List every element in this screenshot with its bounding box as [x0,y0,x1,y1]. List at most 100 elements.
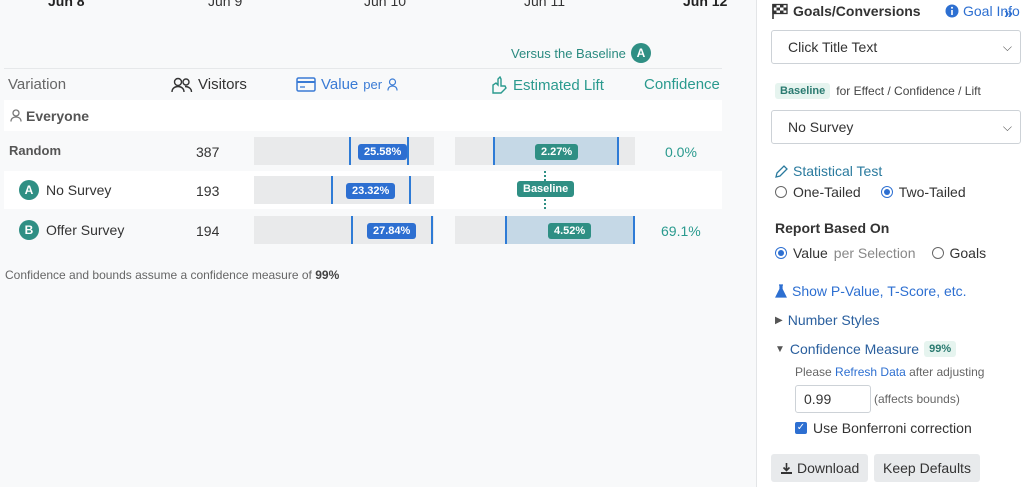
refresh-data-link[interactable]: Refresh Data [835,365,906,379]
date-label: Jun 12 [683,0,728,9]
baseline-tag: Baseline [775,83,831,99]
baseline-caption: Baseline for Effect / Confidence / Lift [775,83,981,99]
number-styles-label: Number Styles [787,312,880,328]
keep-defaults-label: Keep Defaults [883,460,971,476]
keep-defaults-button[interactable]: Keep Defaults [874,454,980,482]
confidence-value: 0.0% [665,144,697,160]
value-label: 23.32% [346,183,396,199]
statistical-test-link[interactable]: Statistical Test [775,163,882,179]
value-label: 27.84% [367,223,417,239]
show-pvalue-link[interactable]: Show P-Value, T-Score, etc. [775,283,967,299]
confidence-header[interactable]: Confidence [644,76,720,93]
visitors-count: 193 [196,183,220,199]
value-radio[interactable] [775,247,787,259]
footnote-text: Confidence and bounds assume a confidenc… [5,268,312,282]
confidence-measure-toggle[interactable]: ▼ Confidence Measure 99% [775,341,957,357]
confidence-footnote: Confidence and bounds assume a confidenc… [5,268,339,282]
chevron-down-icon: ⌵ [1002,40,1012,54]
results-panel: Jun 8 Jun 9 Jun 10 Jun 11 Jun 12 Versus … [0,0,756,487]
statistical-test-label: Statistical Test [793,163,883,179]
versus-baseline-label: Versus the Baseline A [511,43,651,63]
date-label: Jun 10 [364,0,407,9]
credit-card-icon [296,77,316,92]
value-option-muted: per Selection [833,245,916,261]
goals-title: Goals/Conversions [771,3,921,19]
value-bar: 25.58% [254,137,434,165]
baseline-caption-text: for Effect / Confidence / Lift [836,84,981,98]
visitors-header-label: Visitors [198,76,247,93]
value-label: 25.58% [358,144,408,160]
table-row-no-survey[interactable]: A No Survey 193 23.32% Baseline [4,171,722,209]
report-based-on-heading: Report Based On [775,220,890,236]
user-icon [10,109,22,122]
variation-name: Random [9,143,61,158]
value-header-label: Value [321,76,359,93]
info-icon [945,4,959,18]
number-styles-toggle[interactable]: ▶ Number Styles [775,312,880,328]
table-header: Variation Visitors Value per Estimated L… [4,68,722,100]
footnote-value: 99% [315,268,340,282]
tail-options: One-Tailed Two-Tailed [775,184,966,200]
download-button[interactable]: Download [771,454,869,482]
visitors-count: 194 [196,223,220,239]
download-label: Download [797,460,860,476]
confidence-input[interactable]: 0.99 [795,385,871,413]
download-icon [781,462,792,474]
lift-header-label: Estimated Lift [513,76,604,94]
goal-select[interactable]: Click Title Text ⌵ [771,30,1021,64]
date-label: Jun 9 [208,0,243,9]
value-option-label[interactable]: Value [793,245,828,261]
table-row-random[interactable]: Random 387 25.58% 2.27% 0.0% [4,132,722,170]
report-options: Value per Selection Goals [775,245,986,261]
confidence-measure-label: Confidence Measure [789,341,920,357]
settings-sidebar: Goals/Conversions Goal Info » Click Titl… [756,0,1024,487]
confidence-measure-tag: 99% [924,341,957,357]
goals-title-label: Goals/Conversions [793,3,921,19]
hint-please: Please [795,365,832,379]
value-bar: 23.32% [254,176,434,204]
lift-bar: 2.27% [455,137,635,165]
table-row-offer-survey[interactable]: B Offer Survey 194 27.84% 4.52% 69.1% [4,211,722,249]
variation-name-cell: A No Survey [19,180,111,200]
bonferroni-label: Use Bonferroni correction [813,420,972,436]
caret-right-icon: ▶ [775,314,783,326]
confidence-value: 69.1% [661,223,701,239]
segment-row-everyone: Everyone [4,100,722,131]
goals-option-label[interactable]: Goals [950,245,987,261]
bonferroni-option[interactable]: ✓ Use Bonferroni correction [795,420,972,436]
one-tailed-radio[interactable] [775,186,787,198]
goals-radio[interactable] [931,247,944,259]
checkered-flag-icon [772,3,788,19]
collapse-sidebar-icon[interactable]: » [1004,5,1013,23]
lift-bar: 4.52% [455,216,635,244]
variation-name: No Survey [46,182,112,198]
caret-down-icon: ▼ [775,343,785,355]
show-pvalue-label: Show P-Value, T-Score, etc. [792,283,967,299]
bonferroni-checkbox[interactable]: ✓ [795,422,807,434]
variation-header: Variation [8,76,67,93]
date-label: Jun 11 [524,0,565,9]
visitors-count: 387 [196,144,220,160]
variation-name-cell: B Offer Survey [19,220,124,240]
goal-select-value: Click Title Text [788,39,878,55]
baseline-select-value: No Survey [788,119,854,135]
hint-after: after adjusting [909,365,985,379]
visitors-header[interactable]: Visitors [171,76,247,93]
flask-icon [775,284,787,298]
users-icon [171,77,193,92]
hand-lift-icon [492,76,507,94]
refresh-hint: Please Refresh Data after adjusting [795,365,984,379]
baseline-tag: Baseline [517,181,575,197]
value-header[interactable]: Value per [296,76,398,93]
one-tailed-label[interactable]: One-Tailed [793,184,861,200]
lift-header[interactable]: Estimated Lift [490,76,604,94]
two-tailed-label[interactable]: Two-Tailed [899,184,966,200]
baseline-select[interactable]: No Survey ⌵ [771,110,1021,144]
two-tailed-radio[interactable] [880,186,893,198]
value-bar: 27.84% [254,216,434,244]
value-per-label: per [363,77,383,92]
variation-name: Offer Survey [46,222,125,238]
versus-text: Versus the Baseline [511,45,626,61]
variation-badge: B [19,220,39,240]
pencil-icon [775,164,788,178]
